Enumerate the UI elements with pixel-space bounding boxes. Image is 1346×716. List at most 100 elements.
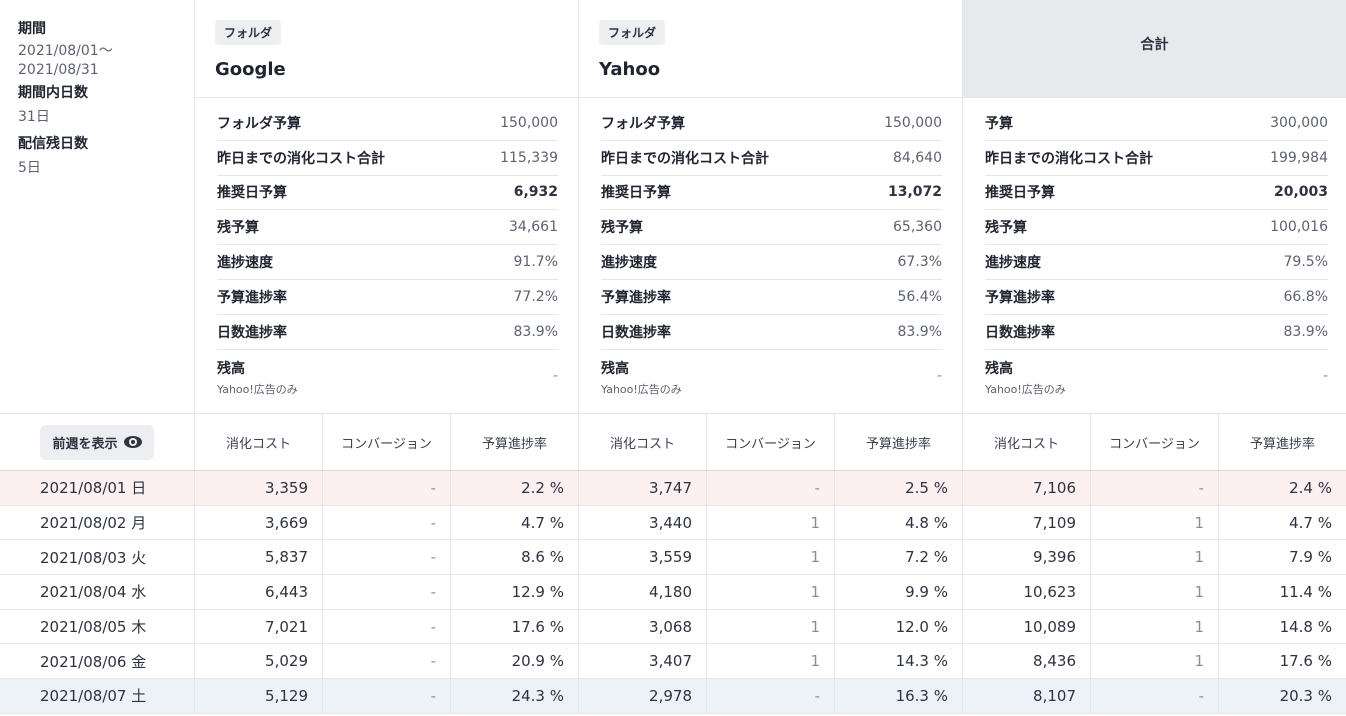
- row-date: 2021/08/07 土: [0, 679, 195, 713]
- metric-row: 残予算 65,360: [601, 210, 942, 246]
- table-cell: 1: [1091, 644, 1219, 679]
- metric-value: 77.2%: [513, 288, 558, 305]
- remaining-value: 5日: [18, 160, 41, 176]
- table-cell: 4.7 %: [1289, 513, 1332, 532]
- table-cell: 8.6 %: [451, 540, 579, 575]
- table-cell: 1: [1091, 540, 1219, 575]
- show-previous-week-button[interactable]: 前週を表示: [40, 424, 154, 460]
- table-cell: 4.7 %: [451, 505, 579, 540]
- row-date: 2021/08/05 木: [0, 609, 195, 644]
- balance-value: -: [552, 367, 558, 384]
- table-cell: 3,068: [579, 609, 707, 644]
- column-header: 予算進捗率: [1249, 436, 1315, 452]
- table-cell: 3,669: [195, 505, 323, 540]
- column-header: コンバージョン: [1091, 414, 1219, 470]
- table-cell: 7.2 %: [835, 540, 963, 575]
- table-cell: 3,559: [579, 540, 707, 575]
- remaining-label: 配信残日数: [18, 136, 88, 152]
- table-cell: 17.6 %: [451, 609, 579, 644]
- row-date: 2021/08/01 日: [0, 471, 195, 505]
- metric-value: 65,360: [893, 219, 942, 236]
- metric-label: 日数進捗率: [601, 324, 671, 341]
- total-metrics: 予算 300,000 昨日までの消化コスト合計 199,984 推奨日予算 20,00…: [963, 98, 1346, 400]
- metric-row: 推奨日予算 6,932: [217, 176, 558, 211]
- period-start: 2021/08/01〜: [18, 43, 113, 59]
- metric-label: 残予算: [217, 220, 259, 237]
- table-cell: 17.6 %: [1279, 652, 1332, 671]
- table-cell: 1: [1091, 505, 1219, 540]
- metric-value: 67.3%: [897, 254, 942, 271]
- metric-value: 83.9%: [1283, 323, 1328, 340]
- table-cell: -: [323, 575, 451, 609]
- table-cell: 14.8 %: [1279, 617, 1332, 636]
- table-cell: 2,978: [579, 679, 707, 713]
- row-date: 2021/08/06 金: [0, 644, 195, 679]
- table-cell: -: [707, 679, 835, 713]
- metric-value: 199,984: [1270, 149, 1328, 166]
- folder-yahoo: フォルダ Yahoo フォルダ予算 150,000 昨日までの消化コスト合計 84,…: [579, 0, 963, 413]
- table-cell: -: [1091, 471, 1219, 505]
- metric-label: 日数進捗率: [217, 324, 287, 341]
- table-row: 2021/08/04 水 6,443-12.9 % 4,180 1 9.9 % 10,62…: [0, 575, 1346, 610]
- table-cell: 9,396: [963, 540, 1091, 575]
- eye-icon: [123, 436, 142, 448]
- metric-row: フォルダ予算 150,000: [217, 106, 558, 141]
- table-cell: -: [323, 540, 451, 575]
- metric-label: 予算進捗率: [217, 289, 287, 306]
- metric-label: 進捗速度: [601, 255, 657, 272]
- metric-row: 昨日までの消化コスト合計 199,984: [985, 141, 1328, 176]
- balance-label: 残高: [985, 360, 1013, 377]
- metric-value: 56.4%: [897, 288, 942, 305]
- table-cell: 24.3 %: [451, 679, 579, 713]
- table-cell: 12.9 %: [451, 575, 579, 609]
- metric-value: 6,932: [513, 184, 558, 201]
- metric-row: 予算進捗率 77.2%: [217, 280, 558, 315]
- metric-row: 推奨日予算 20,003: [985, 176, 1328, 211]
- folder-google: フォルダ Google フォルダ予算 150,000 昨日までの消化コスト合計 11…: [195, 0, 579, 413]
- metric-value: 150,000: [884, 114, 942, 131]
- metric-row: 予算 300,000: [985, 106, 1328, 141]
- table-cell: 5,129: [195, 679, 323, 713]
- metric-value: 300,000: [1270, 114, 1328, 131]
- metric-value: 83.9%: [897, 323, 942, 340]
- table-header-first: 前週を表示: [0, 414, 195, 470]
- table-cell: -: [323, 505, 451, 540]
- table-cell: 10,089: [963, 609, 1091, 644]
- metric-label: 残予算: [985, 220, 1027, 237]
- table-cell: 8,107: [963, 679, 1091, 713]
- metric-label: 推奨日予算: [601, 185, 671, 202]
- folder-header: フォルダ Yahoo: [579, 0, 962, 98]
- table-row: 2021/08/01 日 3,359-2.2 % 3,747-2.5 % 7,106-…: [0, 471, 1346, 506]
- table-row: 2021/08/05 木 7,021-17.6 % 3,068 1 12.0 % 10,0…: [0, 609, 1346, 645]
- metric-value: 20,003: [1273, 184, 1328, 201]
- balance-value: -: [936, 367, 942, 384]
- table-cell: 1: [707, 644, 835, 679]
- table-cell: -: [323, 679, 451, 713]
- table-cell: 1: [707, 575, 835, 609]
- table-cell: 4,180: [579, 575, 707, 609]
- balance-label: 残高: [217, 360, 245, 377]
- balance-value: -: [1322, 367, 1328, 384]
- summary-section: 期間 2021/08/01〜 2021/08/31 期間内日数 31日 配信残日…: [0, 0, 1346, 414]
- table-cell: 1: [1091, 575, 1219, 609]
- table-cell: 5,029: [195, 644, 323, 679]
- metric-label: 進捗速度: [217, 255, 273, 272]
- table-row: 2021/08/06 金 5,029-20.9 % 3,407 1 14.3 % 8,43…: [0, 644, 1346, 680]
- table-cell: 2.2 %: [451, 471, 579, 505]
- metric-row: 進捗速度 79.5%: [985, 245, 1328, 280]
- metric-label: 予算: [985, 115, 1013, 132]
- metric-row: 予算進捗率 56.4%: [601, 280, 942, 315]
- table-cell: 3,747: [579, 471, 707, 505]
- table-cell: 10,623: [963, 575, 1091, 609]
- table-body: 2021/08/01 日 3,359-2.2 % 3,747-2.5 % 7,106-…: [0, 471, 1346, 714]
- folder-metrics: フォルダ予算 150,000 昨日までの消化コスト合計 84,640 推奨日予算 13…: [579, 98, 962, 400]
- days-label: 期間内日数: [18, 85, 88, 101]
- table-cell: 3,440: [579, 505, 707, 540]
- metric-row: 日数進捗率 83.9%: [601, 315, 942, 350]
- table-cell: 20.3 %: [1279, 686, 1332, 705]
- table-cell: -: [323, 471, 451, 505]
- metric-label: 予算進捗率: [601, 289, 671, 306]
- metric-label: フォルダ予算: [601, 115, 685, 132]
- metric-row: 残予算 34,661: [217, 210, 558, 246]
- table-cell: 12.0 %: [835, 609, 963, 644]
